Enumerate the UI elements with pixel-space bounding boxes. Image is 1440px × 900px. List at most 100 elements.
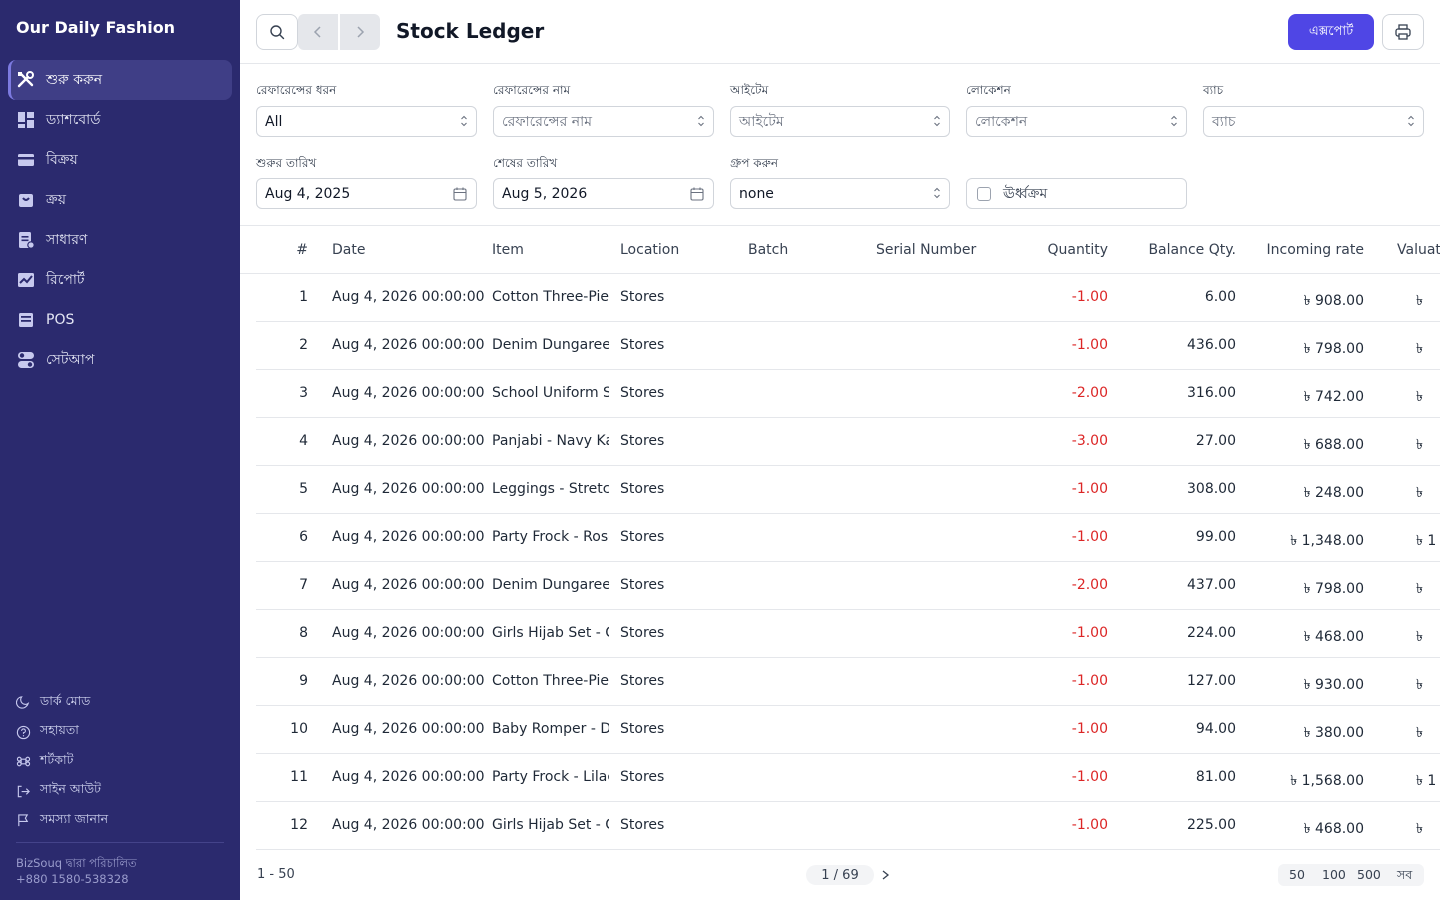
- command-icon: [16, 756, 31, 767]
- page-indicator[interactable]: 1 / 69: [806, 865, 874, 885]
- cell-incoming-rate: ৳ 468.00: [1303, 821, 1364, 837]
- cell-number: 7: [299, 577, 308, 593]
- page-title: Stock Ledger: [396, 19, 545, 43]
- sidebar-item-label: বিক্রয়: [46, 152, 78, 168]
- ref-name-select[interactable]: রেফারেন্সের নাম: [493, 106, 714, 137]
- printer-icon: [1395, 24, 1411, 40]
- cell-quantity: -1.00: [1071, 817, 1108, 833]
- cell-item: Party Frock - Rose: [492, 529, 609, 545]
- dark-mode-toggle[interactable]: ডার্ক মোড: [16, 688, 226, 718]
- cell-date: Aug 4, 2026 00:00:00: [332, 673, 485, 689]
- from-date-input[interactable]: Aug 4, 2025: [256, 178, 477, 209]
- dark-mode-label: ডার্ক মোড: [40, 692, 91, 708]
- chevron-right-icon[interactable]: [880, 866, 892, 884]
- sidebar-item-setup[interactable]: সেটআপ: [8, 340, 232, 380]
- per-page-all[interactable]: সব: [1397, 867, 1412, 887]
- print-button[interactable]: [1382, 14, 1424, 50]
- sidebar-item-label: শুরু করুন: [46, 72, 103, 88]
- search-button[interactable]: [256, 14, 298, 50]
- report-issue-label: সমস্যা জানান: [40, 810, 109, 826]
- per-page-50[interactable]: 50: [1289, 867, 1305, 882]
- per-page-100[interactable]: 100: [1322, 867, 1346, 882]
- cell-location: Stores: [620, 817, 665, 833]
- location-select[interactable]: লোকেশন: [966, 106, 1187, 137]
- item-label: আইটেম: [730, 83, 769, 97]
- cell-balance-qty: 224.00: [1187, 625, 1236, 641]
- help-link[interactable]: সহায়তা: [16, 718, 226, 748]
- table-row[interactable]: 6 Aug 4, 2026 00:00:00 Party Frock - Rose S…: [256, 514, 1440, 562]
- col-quantity: Quantity: [1047, 242, 1109, 258]
- shortcuts-link[interactable]: শর্টকাট: [16, 747, 226, 777]
- cell-date: Aug 4, 2026 00:00:00: [332, 625, 485, 641]
- chevron-updown-icon: [461, 115, 467, 127]
- sidebar-item-label: সাধারণ: [46, 232, 88, 248]
- ascending-label: ঊর্ধ্বক্রম: [1003, 185, 1048, 202]
- chevron-right-icon: [357, 26, 365, 38]
- cell-balance-qty: 308.00: [1187, 481, 1236, 497]
- sidebar-item-label: ড্যাশবোর্ড: [46, 112, 101, 128]
- sidebar-item-general[interactable]: সাধারণ: [8, 220, 232, 260]
- card-icon: [16, 150, 36, 170]
- item-select[interactable]: আইটেম: [730, 106, 950, 137]
- cell-number: 4: [299, 433, 308, 449]
- ascending-checkbox-field[interactable]: ঊর্ধ্বক্রম: [966, 178, 1187, 209]
- sidebar-item-label: সেটআপ: [46, 352, 95, 368]
- cell-location: Stores: [620, 481, 665, 497]
- table-row[interactable]: 3 Aug 4, 2026 00:00:00 School Uniform Set S…: [256, 370, 1440, 418]
- cell-quantity: -3.00: [1071, 433, 1108, 449]
- sign-out-link[interactable]: সাইন আউট: [16, 777, 226, 807]
- toggle-icon: [16, 350, 36, 370]
- chevron-updown-icon: [934, 187, 940, 199]
- table-row[interactable]: 2 Aug 4, 2026 00:00:00 Denim Dungaree - Sto…: [256, 322, 1440, 370]
- sidebar-item-pos[interactable]: POS: [8, 300, 232, 340]
- cell-item: Leggings - Stretch: [492, 481, 609, 497]
- cell-item: Denim Dungaree -: [492, 337, 609, 353]
- ascending-checkbox[interactable]: [977, 186, 991, 201]
- forward-button[interactable]: [340, 14, 380, 50]
- cell-item: Girls Hijab Set - C: [492, 625, 609, 641]
- export-button[interactable]: এক্সপোর্ট: [1288, 14, 1374, 50]
- sidebar-item-reports[interactable]: রিপোর্ট: [8, 260, 232, 300]
- cell-incoming-rate: ৳ 1,568.00: [1290, 773, 1364, 789]
- cell-valuation: ৳: [1416, 485, 1423, 501]
- batch-select[interactable]: ব্যাচ: [1203, 106, 1424, 137]
- table-row[interactable]: 1 Aug 4, 2026 00:00:00 Cotton Three-Piece S…: [256, 274, 1440, 322]
- col-incoming-rate: Incoming rate: [1266, 242, 1364, 258]
- batch-label: ব্যাচ: [1203, 83, 1224, 97]
- cell-valuation: ৳: [1416, 293, 1423, 309]
- table-row[interactable]: 12 Aug 4, 2026 00:00:00 Girls Hijab Set - …: [256, 802, 1440, 850]
- bag-icon: [16, 190, 36, 210]
- report-issue-link[interactable]: সমস্যা জানান: [16, 806, 226, 836]
- table-row[interactable]: 8 Aug 4, 2026 00:00:00 Girls Hijab Set - C…: [256, 610, 1440, 658]
- table-row[interactable]: 10 Aug 4, 2026 00:00:00 Baby Romper - Du St…: [256, 706, 1440, 754]
- back-button[interactable]: [298, 14, 338, 50]
- sidebar-item-dashboard[interactable]: ড্যাশবোর্ড: [8, 100, 232, 140]
- sidebar-item-get-started[interactable]: শুরু করুন: [8, 60, 232, 100]
- help-icon: [16, 725, 31, 739]
- stock-ledger-table: # Date Item Location Batch Serial Number…: [240, 225, 1440, 850]
- table-row[interactable]: 5 Aug 4, 2026 00:00:00 Leggings - Stretch S…: [256, 466, 1440, 514]
- sidebar: Our Daily Fashion শুরু করুন ড্যাশবোর্ড ব…: [0, 0, 240, 900]
- pos-icon: [16, 310, 36, 330]
- sidebar-nav: শুরু করুন ড্যাশবোর্ড বিক্রয় ক্রয় সাধার…: [8, 60, 232, 380]
- cell-date: Aug 4, 2026 00:00:00: [332, 337, 485, 353]
- cell-valuation: ৳ 1: [1416, 773, 1437, 789]
- table-row[interactable]: 9 Aug 4, 2026 00:00:00 Cotton Three-Piece S…: [256, 658, 1440, 706]
- per-page-500[interactable]: 500: [1357, 867, 1381, 882]
- cell-location: Stores: [620, 625, 665, 641]
- table-row[interactable]: 11 Aug 4, 2026 00:00:00 Party Frock - Lila…: [256, 754, 1440, 802]
- table-row[interactable]: 7 Aug 4, 2026 00:00:00 Denim Dungaree - Sto…: [256, 562, 1440, 610]
- chevron-updown-icon: [1171, 115, 1177, 127]
- moon-icon: [16, 696, 30, 709]
- logout-icon: [17, 785, 30, 797]
- cell-number: 8: [299, 625, 308, 641]
- group-by-select[interactable]: none: [730, 178, 950, 209]
- ref-type-select[interactable]: All: [256, 106, 477, 137]
- sidebar-item-purchase[interactable]: ক্রয়: [8, 180, 232, 220]
- sidebar-item-sales[interactable]: বিক্রয়: [8, 140, 232, 180]
- row-range: 1 - 50: [257, 867, 295, 882]
- cell-date: Aug 4, 2026 00:00:00: [332, 577, 485, 593]
- to-date-input[interactable]: Aug 5, 2026: [493, 178, 714, 209]
- table-row[interactable]: 4 Aug 4, 2026 00:00:00 Panjabi - Navy Kat S…: [256, 418, 1440, 466]
- cell-quantity: -1.00: [1071, 673, 1108, 689]
